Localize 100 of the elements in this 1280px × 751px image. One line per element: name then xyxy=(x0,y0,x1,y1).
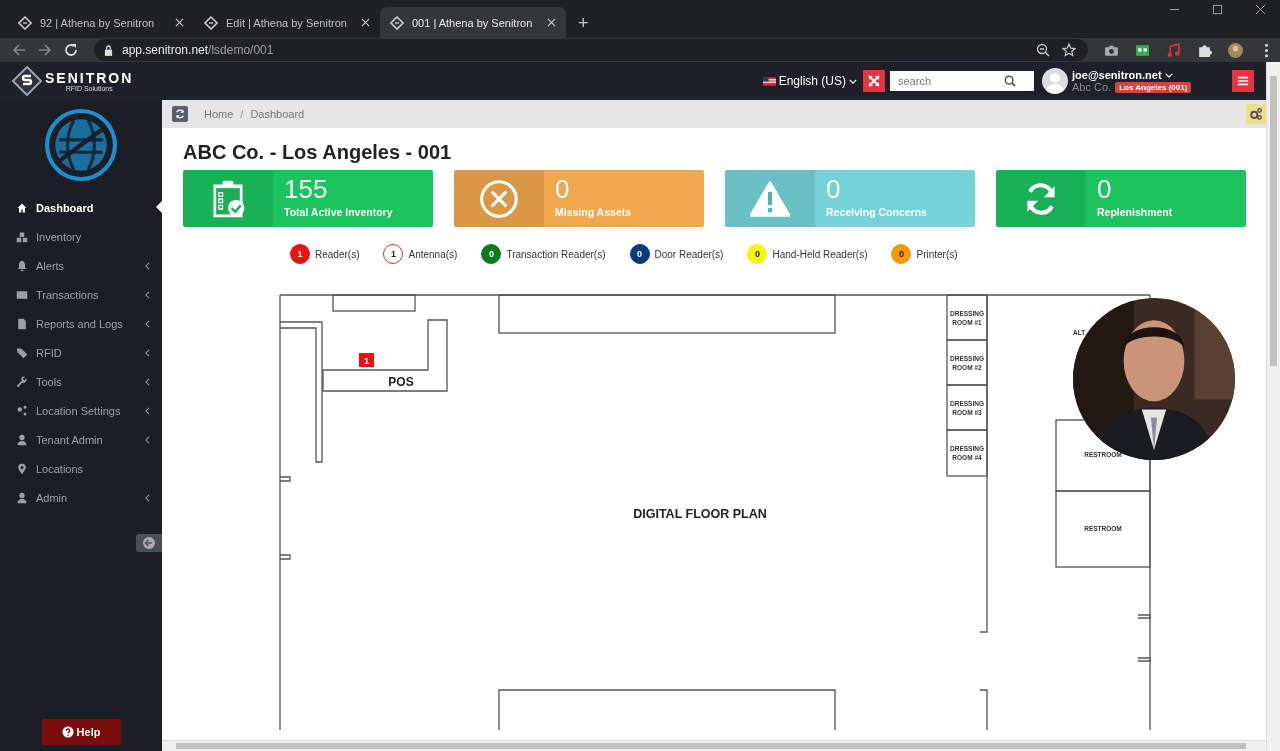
reload-icon[interactable] xyxy=(64,43,78,57)
home-icon xyxy=(16,201,28,214)
caret-icon xyxy=(1164,72,1173,78)
close-icon[interactable] xyxy=(175,18,184,27)
breadcrumb-separator: / xyxy=(240,108,244,120)
sidebar-item[interactable]: Location Settings xyxy=(0,396,162,425)
user-menu[interactable]: joe@senitron.net xyxy=(1072,69,1222,81)
close-icon[interactable] xyxy=(1255,3,1266,15)
brand-name: SENITRON xyxy=(45,70,134,86)
user-icon xyxy=(16,491,28,504)
search-icon[interactable] xyxy=(1004,75,1016,87)
help-button[interactable]: Help xyxy=(41,719,121,745)
wrench-icon xyxy=(16,375,28,388)
sidebar-item[interactable]: Transactions xyxy=(0,280,162,309)
sidebar-item[interactable]: RFID xyxy=(0,338,162,367)
menu-icon xyxy=(1237,75,1249,87)
zoom-out-icon[interactable] xyxy=(1036,43,1050,57)
cubes-icon xyxy=(16,230,28,243)
globe-logo-icon xyxy=(45,109,117,181)
profile-avatar-icon[interactable] xyxy=(1228,42,1243,58)
legend-label: Transaction Reader(s) xyxy=(506,248,606,260)
warning-icon xyxy=(750,178,790,219)
stat-label: Receiving Concerns xyxy=(826,206,927,218)
legend-label: Reader(s) xyxy=(315,248,360,260)
gears-icon xyxy=(16,404,28,417)
circle-x-icon xyxy=(479,178,519,219)
browser-tab[interactable]: 001 | Athena by Senitron xyxy=(380,7,566,38)
arrow-left-icon xyxy=(142,536,156,550)
stat-label: Total Active Inventory xyxy=(284,206,393,218)
menu-button[interactable] xyxy=(1232,70,1254,92)
address-bar[interactable]: app.senitron.net/lsdemo/001 xyxy=(94,39,1088,61)
stat-value: 0 xyxy=(1097,175,1113,204)
browser-tab[interactable]: 92 | Athena by Senitron xyxy=(8,7,194,38)
sidebar-item[interactable]: Reports and Logs xyxy=(0,309,162,338)
company-name: Abc Co. xyxy=(1072,81,1112,93)
stat-value: 0 xyxy=(555,175,571,204)
user-icon xyxy=(16,433,28,446)
sidebar-item[interactable]: Locations xyxy=(0,454,162,483)
count-dot: 1 xyxy=(290,244,310,264)
sidebar-item[interactable]: Inventory xyxy=(0,222,162,251)
diamond-logo-icon xyxy=(390,15,404,30)
active-pointer-icon xyxy=(156,201,162,213)
refresh-button[interactable] xyxy=(172,106,188,122)
help-icon xyxy=(61,726,74,738)
sidebar-item[interactable]: Dashboard xyxy=(0,193,162,222)
count-dot: 0 xyxy=(747,244,768,264)
logo-icon xyxy=(12,66,42,96)
map-pin-icon xyxy=(16,462,28,475)
lock-icon xyxy=(104,44,113,56)
diamond-logo-icon xyxy=(18,15,32,30)
horizontal-scrollbar[interactable] xyxy=(162,740,1266,751)
flag-icon xyxy=(762,76,776,86)
expand-icon xyxy=(868,75,880,87)
new-tab-button[interactable]: + xyxy=(574,13,593,34)
browser-tab[interactable]: Edit | Athena by Senitron xyxy=(194,7,380,38)
tag-icon xyxy=(16,346,28,359)
stat-label: Missing Assets xyxy=(555,206,632,218)
language-selector[interactable]: English (US) xyxy=(762,74,857,88)
legend-label: Hand-Held Reader(s) xyxy=(772,248,868,260)
settings-icon xyxy=(1249,107,1263,121)
count-dot: 0 xyxy=(481,244,502,264)
reader-marker[interactable]: 1 xyxy=(359,353,374,367)
sidebar-item[interactable]: Alerts xyxy=(0,251,162,280)
stat-label: Replenishment xyxy=(1097,206,1173,218)
sidebar-item[interactable]: Admin xyxy=(0,483,162,512)
vertical-scrollbar[interactable] xyxy=(1266,62,1280,751)
floor-plan-title: DIGITAL FLOOR PLAN xyxy=(633,507,767,521)
bell-icon xyxy=(16,259,28,272)
star-icon[interactable] xyxy=(1062,43,1076,57)
count-dot: 0 xyxy=(629,244,650,264)
music-note-icon[interactable] xyxy=(1166,42,1181,58)
sidebar-item[interactable]: Tools xyxy=(0,367,162,396)
page-title: ABC Co. - Los Angeles - 001 xyxy=(183,140,453,164)
refresh-icon xyxy=(174,108,186,120)
document-icon xyxy=(16,317,28,330)
stat-value: 0 xyxy=(826,175,842,204)
settings-button[interactable] xyxy=(1246,104,1266,124)
sidebar-item[interactable]: Tenant Admin xyxy=(0,425,162,454)
puzzle-icon[interactable] xyxy=(1197,42,1212,58)
legend-label: Door Reader(s) xyxy=(654,248,724,260)
maximize-icon[interactable] xyxy=(1212,3,1223,15)
close-icon[interactable] xyxy=(547,18,556,27)
location-badge: Los Angeles (001) xyxy=(1115,81,1192,93)
stat-value: 155 xyxy=(284,175,329,204)
close-icon[interactable] xyxy=(361,18,370,27)
credit-card-icon xyxy=(16,288,28,301)
extension-icon[interactable] xyxy=(1135,42,1150,58)
breadcrumb-link[interactable]: Dashboard xyxy=(250,108,305,120)
count-dot: 0 xyxy=(891,244,912,264)
collapse-sidebar-button[interactable] xyxy=(136,534,162,552)
back-arrow-icon[interactable] xyxy=(12,43,26,57)
forward-arrow-icon[interactable] xyxy=(38,43,52,57)
breadcrumb-link[interactable]: Home xyxy=(204,108,234,120)
legend-label: Antenna(s) xyxy=(408,248,458,260)
avatar-icon[interactable] xyxy=(1042,68,1068,94)
area-label: POS xyxy=(388,375,414,389)
count-dot: 1 xyxy=(383,244,404,264)
diamond-logo-icon xyxy=(204,15,218,30)
fullscreen-button[interactable] xyxy=(863,70,885,92)
search-box[interactable]: search xyxy=(890,71,1034,91)
